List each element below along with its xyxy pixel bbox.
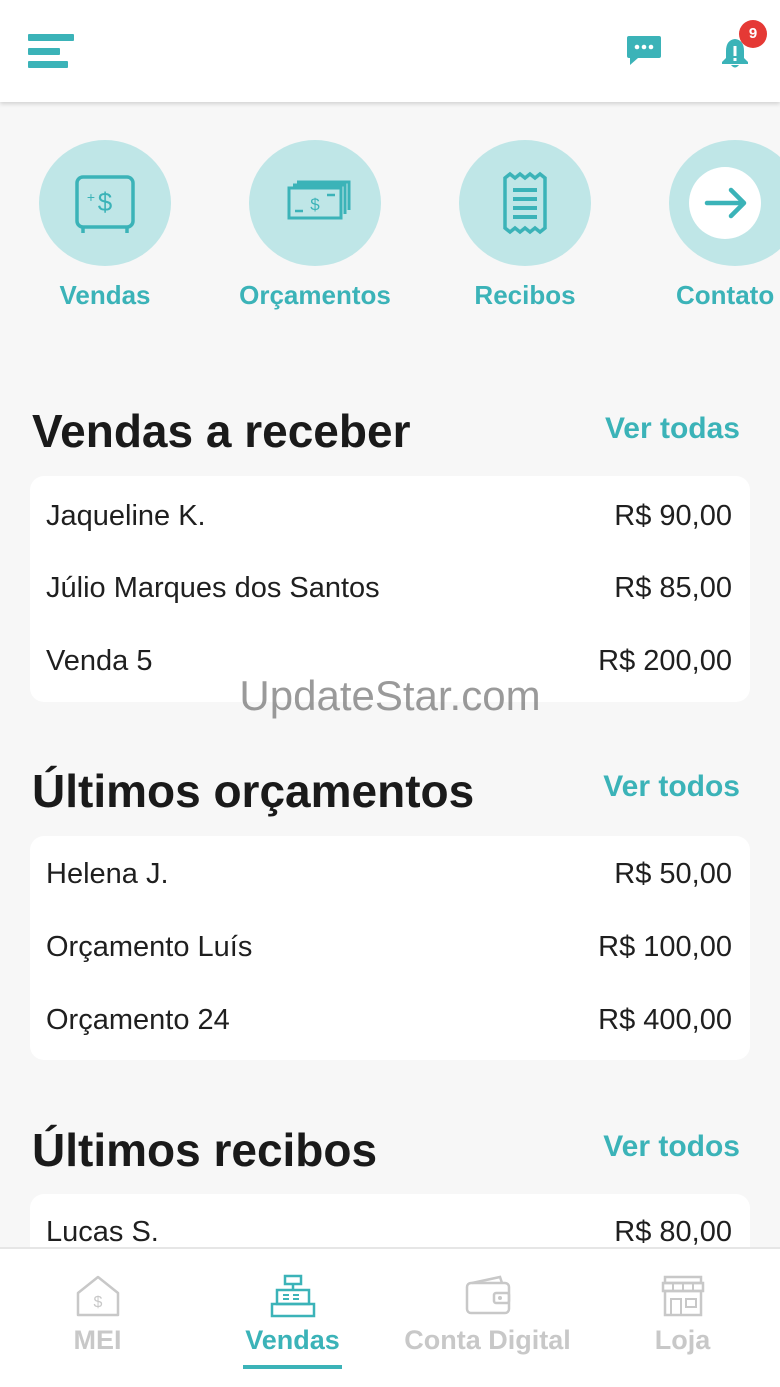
- item-amount: R$ 400,00: [598, 1004, 732, 1036]
- chat-bubble-icon[interactable]: [626, 34, 662, 68]
- list-item[interactable]: Helena J. R$ 50,00: [46, 858, 732, 898]
- nav-label: Loja: [654, 1325, 711, 1355]
- item-amount: R$ 50,00: [614, 858, 732, 890]
- item-amount: R$ 100,00: [598, 931, 732, 963]
- nav-label: Vendas: [245, 1325, 340, 1355]
- nav-label: Conta Digital: [404, 1325, 571, 1355]
- list-item[interactable]: Orçamento 24 R$ 400,00: [46, 1004, 732, 1044]
- section-title-sales: Vendas a receber: [32, 405, 411, 457]
- item-name: Helena J.: [46, 858, 169, 890]
- shortcut-orcamentos[interactable]: $ Orçamentos: [210, 140, 420, 320]
- shortcut-recibos[interactable]: Recibos: [420, 140, 630, 320]
- arrow-right-icon: [669, 140, 780, 266]
- nav-item-conta-digital[interactable]: Conta Digital: [390, 1249, 585, 1387]
- nav-item-mei[interactable]: $ MEI: [0, 1249, 195, 1387]
- banknotes-icon: $: [249, 140, 381, 266]
- svg-text:+: +: [87, 189, 95, 205]
- shortcut-contato[interactable]: Contato: [630, 140, 780, 320]
- svg-text:$: $: [310, 195, 320, 214]
- cash-register-icon: [269, 1273, 317, 1319]
- storefront-icon: [659, 1273, 707, 1319]
- item-name: Lucas S.: [46, 1216, 159, 1248]
- nav-item-loja[interactable]: Loja: [585, 1249, 780, 1387]
- top-app-bar: 9: [0, 0, 780, 102]
- item-name: Júlio Marques dos Santos: [46, 572, 380, 604]
- house-money-icon: $: [74, 1273, 122, 1319]
- receipt-icon: [459, 140, 591, 266]
- shortcut-label: Contato: [676, 280, 775, 310]
- svg-text:$: $: [94, 1294, 103, 1311]
- safe-money-icon: $ +: [39, 140, 171, 266]
- bottom-navigation: $ MEI Vendas Conta Digital Loja: [0, 1247, 780, 1387]
- nav-label: MEI: [73, 1325, 122, 1355]
- section-title-receipts: Últimos recibos: [32, 1124, 378, 1176]
- item-name: Jaqueline K.: [46, 500, 206, 532]
- shortcut-label: Vendas: [59, 280, 151, 310]
- active-tab-indicator: [243, 1365, 342, 1369]
- see-all-sales-link[interactable]: Ver todas: [605, 412, 740, 446]
- wallet-icon: [464, 1273, 512, 1319]
- quotes-list-card: Helena J. R$ 50,00 Orçamento Luís R$ 100…: [30, 836, 750, 1060]
- see-all-quotes-link[interactable]: Ver todos: [603, 770, 740, 804]
- hamburger-menu-icon[interactable]: [28, 34, 74, 70]
- shortcut-label: Recibos: [474, 280, 576, 310]
- section-title-quotes: Últimos orçamentos: [32, 765, 475, 817]
- item-amount: R$ 80,00: [614, 1216, 732, 1248]
- shortcut-label: Orçamentos: [239, 280, 391, 310]
- item-amount: R$ 85,00: [614, 572, 732, 604]
- list-item[interactable]: Orçamento Luís R$ 100,00: [46, 931, 732, 971]
- item-amount: R$ 90,00: [614, 500, 732, 532]
- list-item[interactable]: Júlio Marques dos Santos R$ 85,00: [46, 572, 732, 612]
- item-name: Orçamento Luís: [46, 931, 253, 963]
- svg-text:$: $: [98, 187, 113, 217]
- shortcut-vendas[interactable]: $ + Vendas: [0, 140, 210, 320]
- watermark: UpdateStar.com: [239, 672, 541, 719]
- sales-list-card: Jaqueline K. R$ 90,00 Júlio Marques dos …: [30, 476, 750, 702]
- list-item[interactable]: Jaqueline K. R$ 90,00: [46, 500, 732, 540]
- see-all-receipts-link[interactable]: Ver todos: [603, 1130, 740, 1164]
- notification-badge: 9: [739, 20, 767, 48]
- item-name: Orçamento 24: [46, 1004, 230, 1036]
